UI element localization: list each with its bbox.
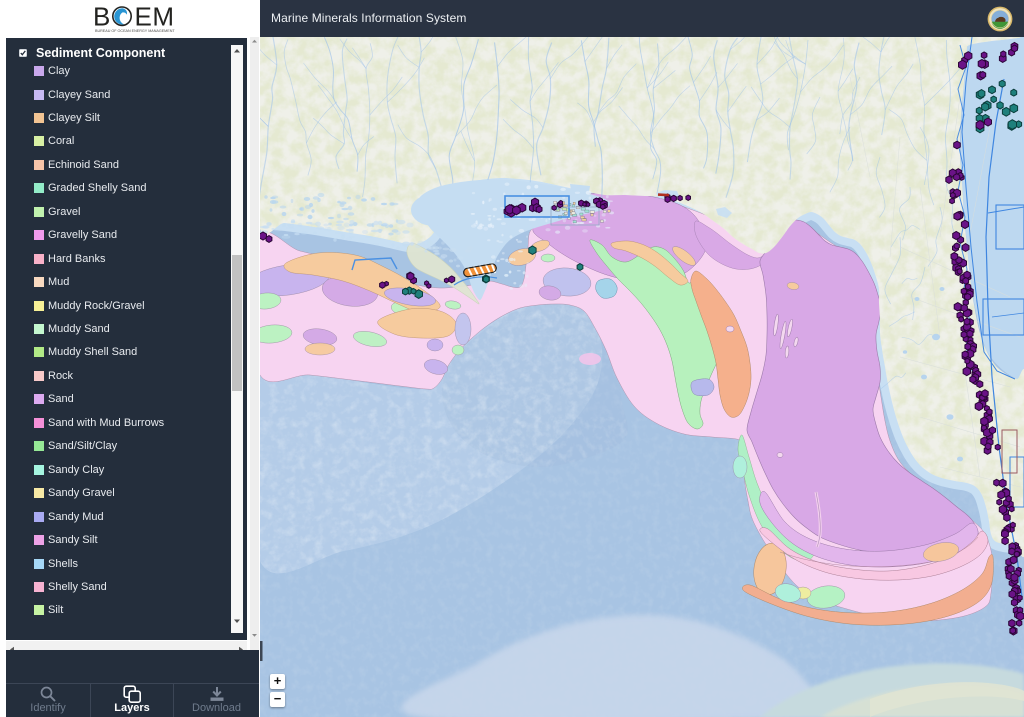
- svg-text:EM: EM: [135, 2, 175, 32]
- svg-text:BUREAU OF OCEAN ENERGY MANAGEM: BUREAU OF OCEAN ENERGY MANAGEMENT: [95, 29, 175, 33]
- svg-text:B: B: [93, 2, 110, 32]
